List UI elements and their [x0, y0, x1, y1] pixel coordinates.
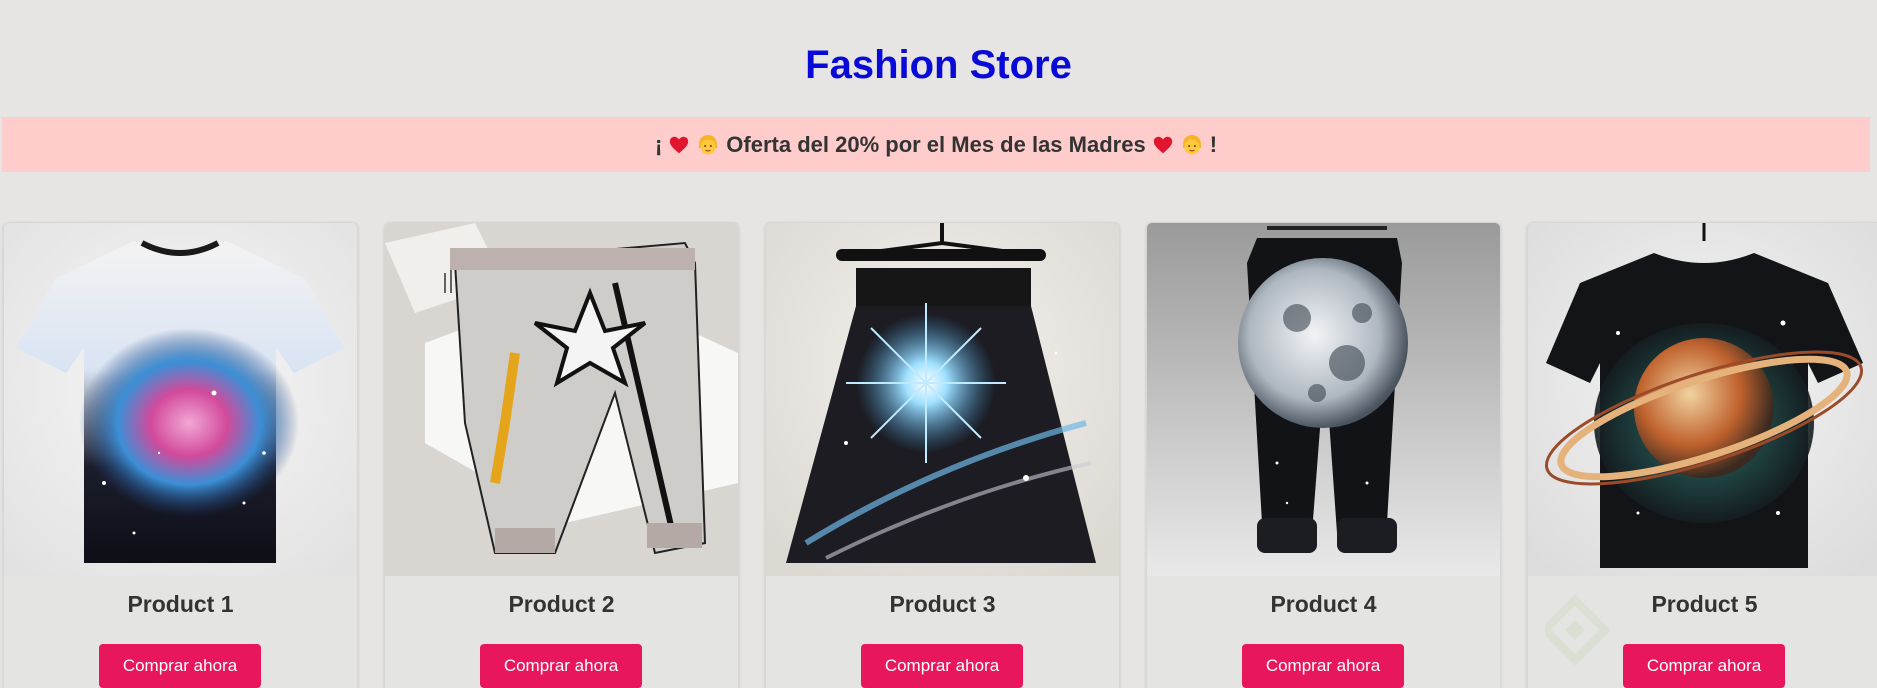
product-card: Product 5 Comprar ahora	[1527, 222, 1877, 688]
starburst-skirt-image[interactable]	[766, 223, 1119, 576]
star-pants-image[interactable]	[385, 223, 738, 576]
product-card: Product 4 Comprar ahora	[1146, 222, 1501, 688]
heart-icon	[1153, 136, 1172, 153]
galaxy-tshirt-image[interactable]	[4, 223, 357, 576]
buy-now-button[interactable]: Comprar ahora	[480, 644, 642, 688]
promo-banner: ¡ Oferta del 20% por el Mes de las Madre…	[2, 117, 1870, 172]
product-grid: Product 1 Comprar ahora Product 2 Compra…	[3, 222, 1877, 688]
saturn-tshirt-image[interactable]	[1528, 223, 1877, 576]
buy-now-button[interactable]: Comprar ahora	[1242, 644, 1404, 688]
promo-text: Oferta del 20% por el Mes de las Madres	[726, 131, 1146, 157]
product-card: Product 1 Comprar ahora	[3, 222, 358, 688]
buy-now-button[interactable]: Comprar ahora	[861, 644, 1023, 688]
store-page: Fashion Store ¡ Oferta del 20% por el Me…	[0, 0, 1877, 688]
promo-suffix: !	[1209, 131, 1218, 157]
promo-prefix: ¡	[654, 131, 663, 157]
buy-now-button[interactable]: Comprar ahora	[1623, 644, 1785, 688]
product-name: Product 4	[1270, 591, 1377, 617]
woman-emoji-icon	[1182, 134, 1201, 154]
page-title: Fashion Store	[805, 43, 1072, 87]
product-card: Product 3 Comprar ahora	[765, 222, 1120, 688]
product-card: Product 2 Comprar ahora	[384, 222, 739, 688]
product-name: Product 5	[1651, 591, 1758, 617]
heart-icon	[670, 136, 689, 153]
buy-now-button[interactable]: Comprar ahora	[99, 644, 261, 688]
product-name: Product 1	[127, 591, 234, 617]
product-name: Product 3	[889, 591, 996, 617]
moon-pants-image[interactable]	[1147, 223, 1500, 576]
woman-emoji-icon	[699, 134, 718, 154]
product-name: Product 2	[508, 591, 615, 617]
